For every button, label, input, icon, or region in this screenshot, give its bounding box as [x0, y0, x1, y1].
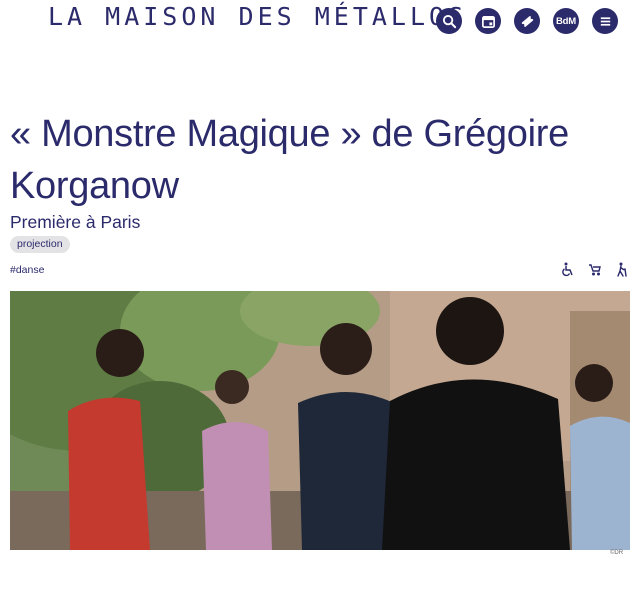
header-nav: BdM — [436, 8, 618, 34]
search-icon — [442, 14, 457, 29]
wheelchair-icon — [561, 262, 574, 277]
bdm-button[interactable]: BdM — [553, 8, 579, 34]
calendar-icon — [481, 14, 496, 29]
event-photo — [10, 291, 630, 550]
bdm-logo: BdM — [556, 15, 576, 27]
search-button[interactable] — [436, 8, 462, 34]
page-title: « Monstre Magique » de Grégoire Korganow — [10, 113, 569, 207]
ticket-button[interactable] — [514, 8, 540, 34]
stroller-icon — [588, 262, 601, 277]
site-logo[interactable]: LA MAISON DES MÉTALLOS — [48, 2, 467, 31]
ticket-icon — [520, 14, 535, 29]
menu-icon — [598, 14, 613, 29]
category-tag[interactable]: projection — [10, 236, 70, 253]
calendar-button[interactable] — [475, 8, 501, 34]
image-credit: ©DR — [610, 550, 624, 556]
senior-walking-icon — [615, 262, 628, 277]
accessibility-icons — [561, 262, 628, 277]
event-subtitle: Première à Paris — [10, 212, 141, 232]
menu-button[interactable] — [592, 8, 618, 34]
hashtag-link[interactable]: #danse — [10, 264, 44, 276]
